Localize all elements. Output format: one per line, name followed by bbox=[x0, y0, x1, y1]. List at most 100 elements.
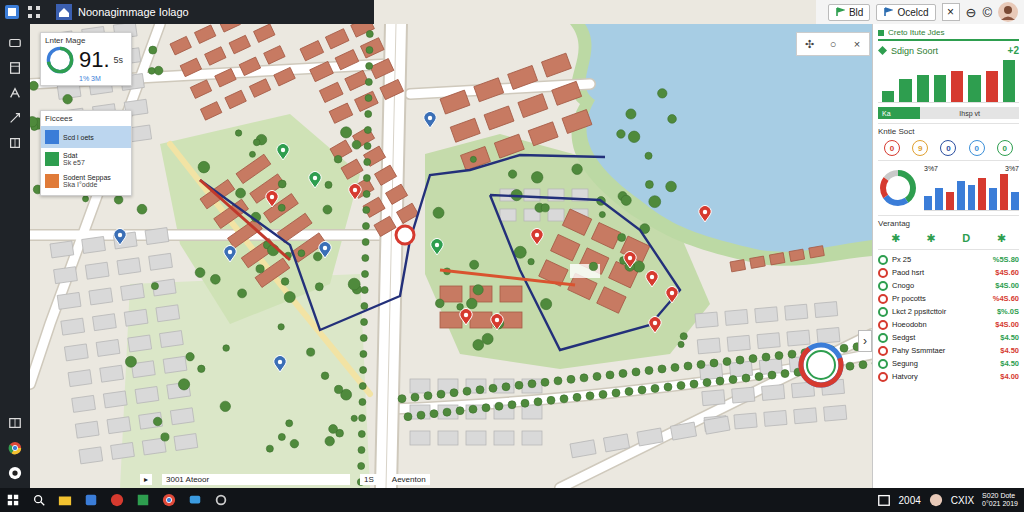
chat-icon[interactable] bbox=[188, 493, 202, 507]
panel-toggle-button[interactable]: › bbox=[858, 330, 872, 352]
map-pin[interactable] bbox=[649, 317, 661, 333]
map-pin[interactable] bbox=[349, 184, 361, 200]
map-info-card[interactable]: Lnter Mage 91. 5s 1% 3M bbox=[40, 32, 132, 86]
status-circle[interactable]: 0 bbox=[997, 140, 1013, 156]
segment-line[interactable] bbox=[440, 270, 575, 285]
map-pin[interactable] bbox=[666, 287, 678, 303]
map-control-button[interactable]: ✣ bbox=[797, 33, 821, 55]
map-pin[interactable] bbox=[531, 229, 543, 245]
folder-icon[interactable] bbox=[58, 493, 72, 507]
map-pin[interactable] bbox=[491, 314, 503, 330]
filter-item[interactable]: Sdat Sk e57 bbox=[41, 148, 131, 170]
verantag-glyph[interactable]: D bbox=[959, 232, 973, 245]
map-pin[interactable] bbox=[431, 239, 443, 255]
toolbar-button[interactable]: Bld bbox=[828, 4, 870, 21]
route-line[interactable] bbox=[200, 155, 605, 330]
list-row[interactable]: Paod hsrt $4S.60 bbox=[878, 266, 1019, 279]
toolbar-glyph[interactable]: © bbox=[982, 5, 992, 20]
map-pin[interactable] bbox=[114, 229, 126, 245]
title-bar: Noonagimmage Iolago Bld Ocelcd × ⊖© bbox=[0, 0, 1024, 24]
list-row[interactable]: Hatvory $4.00 bbox=[878, 370, 1019, 383]
tree bbox=[612, 389, 620, 397]
user-icon[interactable] bbox=[929, 493, 943, 507]
map-pin[interactable] bbox=[309, 172, 321, 188]
segment-line[interactable] bbox=[200, 180, 290, 260]
app-icon[interactable] bbox=[4, 4, 20, 20]
rail-tool-icon[interactable] bbox=[8, 86, 22, 100]
tree bbox=[398, 395, 406, 403]
slider[interactable]: Ka Ihsp vt bbox=[878, 107, 1019, 119]
phone-icon[interactable] bbox=[110, 493, 124, 507]
start-icon[interactable] bbox=[6, 493, 20, 507]
map-control-button[interactable]: × bbox=[845, 33, 869, 55]
profile-icon[interactable] bbox=[8, 466, 22, 480]
map-pin[interactable] bbox=[624, 252, 636, 268]
rail-tool-icon[interactable] bbox=[8, 136, 22, 150]
status-circle[interactable]: 0 bbox=[969, 140, 985, 156]
building bbox=[374, 216, 396, 236]
filter-item[interactable]: Sodent Seppas Ska I°odde bbox=[41, 170, 131, 192]
book-icon[interactable] bbox=[8, 416, 22, 430]
route-loop[interactable] bbox=[490, 195, 680, 350]
rail-tool-icon[interactable] bbox=[8, 36, 22, 50]
map-drawing[interactable] bbox=[30, 24, 872, 488]
map-top-edge bbox=[374, 0, 816, 24]
calendar-icon[interactable] bbox=[877, 493, 891, 507]
sheet-icon[interactable] bbox=[136, 493, 150, 507]
list-row[interactable]: Px 25 %5S.80 bbox=[878, 253, 1019, 266]
browser-icon[interactable] bbox=[8, 441, 22, 455]
tree bbox=[341, 127, 352, 138]
list-row[interactable]: Sedgst $4.50 bbox=[878, 331, 1019, 344]
home-icon[interactable] bbox=[56, 4, 72, 20]
map-pin[interactable] bbox=[424, 112, 436, 128]
status-circle[interactable]: 0 bbox=[884, 140, 900, 156]
map-pin[interactable] bbox=[699, 206, 711, 222]
building bbox=[300, 41, 324, 61]
map-canvas[interactable]: Lnter Mage 91. 5s 1% 3M Ficcees Scd l oe… bbox=[30, 24, 872, 488]
verantag-glyph[interactable]: ✱ bbox=[924, 232, 938, 245]
verantag-glyph[interactable]: ✱ bbox=[889, 232, 903, 245]
footer-address[interactable]: 3001 Ateoor bbox=[162, 474, 350, 485]
map-pin[interactable] bbox=[224, 246, 236, 262]
filter-item[interactable]: Scd l oets bbox=[41, 126, 131, 148]
map-pin[interactable] bbox=[266, 191, 278, 207]
map-pin[interactable] bbox=[319, 242, 331, 258]
search-icon[interactable] bbox=[32, 493, 46, 507]
avatar-icon[interactable] bbox=[998, 2, 1018, 22]
tree bbox=[729, 376, 737, 384]
toolbar-button[interactable]: Ocelcd bbox=[876, 4, 935, 21]
store-icon[interactable] bbox=[84, 493, 98, 507]
building bbox=[225, 90, 246, 108]
tree bbox=[470, 156, 476, 162]
status-ring-icon bbox=[878, 320, 888, 330]
verantag-glyph[interactable]: ✱ bbox=[994, 232, 1008, 245]
rail-tool-icon[interactable] bbox=[8, 111, 22, 125]
map-control-button[interactable]: ○ bbox=[821, 33, 845, 55]
chart-bar bbox=[951, 71, 963, 102]
list-row[interactable]: Pahy Ssmmtaer $4.50 bbox=[878, 344, 1019, 357]
list-row[interactable]: Cnogo $4S.00 bbox=[878, 279, 1019, 292]
status-circle[interactable]: 0 bbox=[940, 140, 956, 156]
list-row[interactable]: Hoeodobn $4S.00 bbox=[878, 318, 1019, 331]
map-pin[interactable] bbox=[274, 356, 286, 372]
settings-icon[interactable] bbox=[214, 493, 228, 507]
compass-gauge[interactable] bbox=[796, 340, 846, 390]
map-pin[interactable] bbox=[277, 144, 289, 160]
chrome-icon[interactable] bbox=[162, 493, 176, 507]
tree bbox=[198, 161, 210, 173]
tree bbox=[359, 415, 366, 422]
building bbox=[145, 228, 169, 245]
footer-place[interactable]: Aeventon bbox=[388, 474, 430, 485]
building bbox=[219, 24, 240, 32]
toolbar-glyph[interactable]: ⊖ bbox=[966, 5, 977, 20]
grid-icon[interactable] bbox=[26, 4, 42, 20]
rail-tool-icon[interactable] bbox=[8, 61, 22, 75]
list-row[interactable]: Lkct 2 ppsitcttoir $%.0S bbox=[878, 305, 1019, 318]
status-circle[interactable]: 9 bbox=[912, 140, 928, 156]
list-row[interactable]: Segung $4.50 bbox=[878, 357, 1019, 370]
map-pin[interactable] bbox=[460, 309, 472, 325]
list-row[interactable]: Pr pocotts %4S.60 bbox=[878, 292, 1019, 305]
close-button[interactable]: × bbox=[942, 3, 960, 21]
location-ring[interactable] bbox=[396, 226, 414, 244]
map-pin[interactable] bbox=[646, 271, 658, 287]
